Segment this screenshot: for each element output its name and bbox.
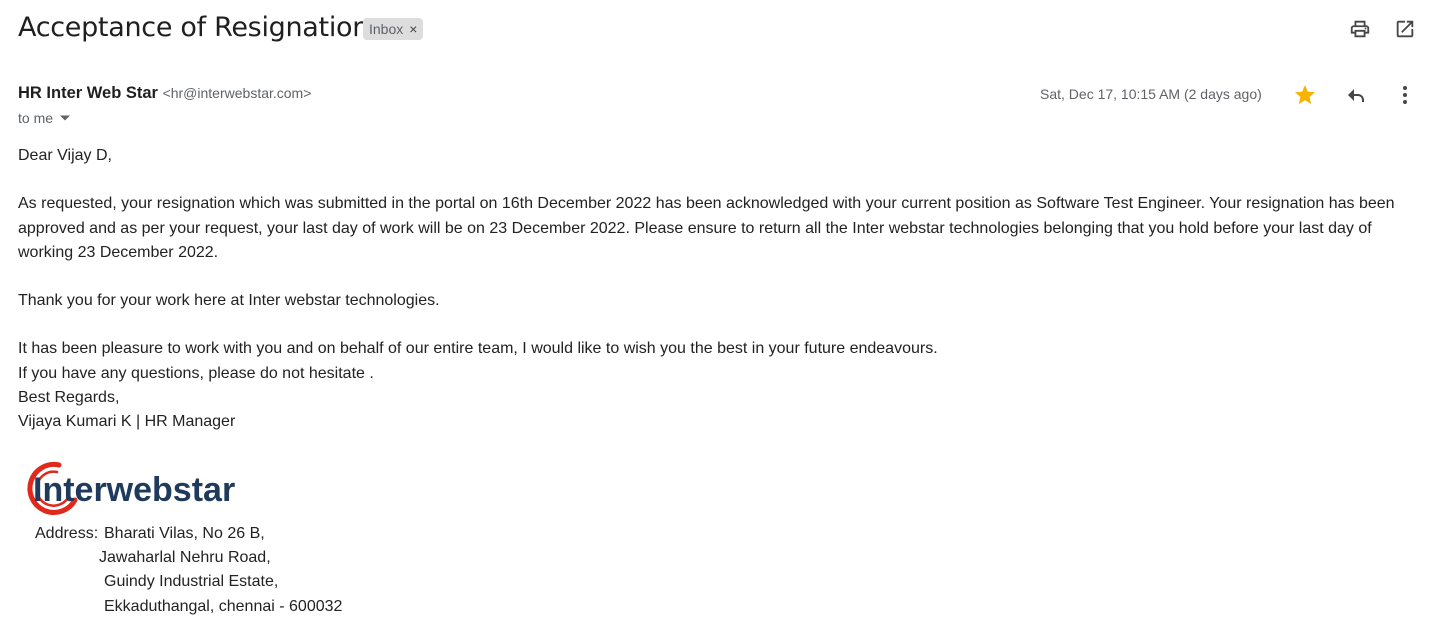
body-line-wishes: It has been pleasure to work with you an…	[18, 340, 938, 358]
email-body: Dear Vijay D, As requested, your resigna…	[18, 144, 1423, 435]
star-icon[interactable]	[1293, 83, 1317, 107]
address-line-2: Jawaharlal Nehru Road,	[99, 549, 271, 566]
recipient-details-toggle[interactable]: to me	[18, 110, 71, 126]
print-icon[interactable]	[1349, 18, 1371, 40]
email-subject: Acceptance of Resignation	[18, 12, 370, 43]
reply-icon[interactable]	[1344, 83, 1368, 107]
address-line-1: Bharati Vilas, No 26 B,	[104, 525, 265, 542]
sender-email: <hr@interwebstar.com>	[162, 85, 312, 101]
message-date: Sat, Dec 17, 10:15 AM (2 days ago)	[1040, 86, 1262, 102]
signature: Vijaya Kumari K | HR Manager	[18, 413, 236, 431]
body-paragraph-thanks: Thank you for your work here at Inter we…	[18, 292, 440, 310]
open-in-new-window-icon[interactable]	[1394, 18, 1416, 40]
remove-label-icon[interactable]: ×	[409, 21, 417, 37]
inbox-label-text: Inbox	[369, 21, 404, 37]
recipient-label: to me	[18, 110, 54, 126]
sender-name[interactable]: HR Inter Web Star	[18, 84, 158, 102]
closing: Best Regards,	[18, 389, 120, 407]
address-label: Address:	[35, 525, 99, 542]
more-vert-icon[interactable]	[1393, 83, 1417, 107]
inbox-label-badge[interactable]: Inbox ×	[363, 18, 424, 40]
address-line-3: Guindy Industrial Estate,	[104, 573, 279, 590]
chevron-down-icon	[60, 115, 71, 121]
body-line-questions: If you have any questions, please do not…	[18, 364, 374, 382]
logo-text: Interwebstar	[33, 471, 235, 509]
address-line-4: Ekkaduthangal, chennai - 600032	[104, 598, 343, 615]
interwebstar-logo: Interwebstar	[27, 461, 235, 515]
greeting: Dear Vijay D,	[18, 147, 112, 164]
sender-info: HR Inter Web Star <hr@interwebstar.com>	[18, 84, 311, 103]
body-paragraph-resignation: As requested, your resignation which was…	[18, 195, 1395, 261]
